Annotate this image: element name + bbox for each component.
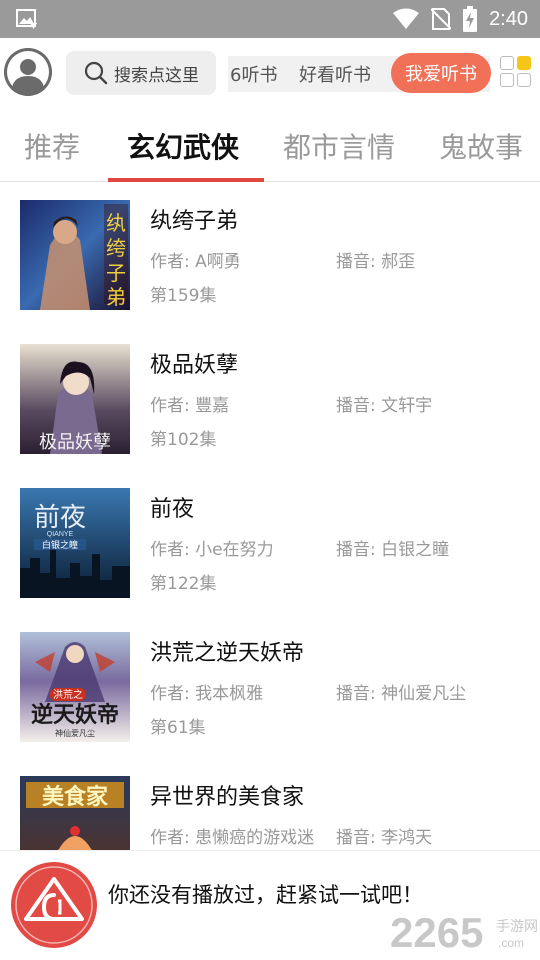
search-icon — [84, 61, 108, 85]
book-title: 纨绔子弟 — [150, 209, 239, 234]
user-avatar-icon[interactable] — [4, 48, 52, 96]
book-cover: 极品妖孽 — [20, 344, 130, 454]
svg-text:美食家: 美食家 — [42, 784, 109, 810]
tab-xuanhuan[interactable]: 玄幻武侠 — [127, 126, 239, 166]
svg-text:2265: 2265 — [390, 909, 483, 955]
book-narrator: 播音: 白银之瞳 — [336, 540, 450, 560]
book-narrator: 播音: 李鸿天 — [336, 828, 433, 848]
category-tabs: 推荐 玄幻武侠 都市言情 鬼故事 — [0, 110, 540, 182]
book-episode: 第122集 — [150, 574, 217, 594]
book-narrator: 播音: 神仙爱凡尘 — [336, 684, 467, 704]
book-author: 作者: 小e在努力 — [150, 540, 274, 560]
list-item[interactable]: 美食家 异世界的美食家 作者: 患懒癌的游戏迷 播音: 李鸿天 — [0, 759, 540, 850]
book-narrator: 播音: 文轩宇 — [336, 396, 433, 416]
book-author: 作者: A啊勇 — [150, 252, 241, 272]
list-item[interactable]: 极品妖孽 极品妖孽 作者: 豐嘉 播音: 文轩宇 第102集 — [0, 327, 540, 471]
book-episode: 第159集 — [150, 286, 217, 306]
list-item[interactable]: 前夜 QIANYE 白银之瞳 前夜 作者: 小e在努力 播音: 白银之瞳 第12… — [0, 471, 540, 615]
svg-text:极品妖孽: 极品妖孽 — [39, 432, 111, 453]
grid-cell — [500, 73, 514, 87]
svg-text:.com: .com — [498, 936, 524, 950]
svg-text:神仙爱凡尘: 神仙爱凡尘 — [55, 728, 95, 738]
person-silhouette-icon — [4, 48, 52, 96]
list-item[interactable]: 洪荒之 逆天妖帝 神仙爱凡尘 洪荒之逆天妖帝 作者: 我本枫雅 播音: 神仙爱凡… — [0, 615, 540, 759]
status-bar: 2:40 — [0, 0, 540, 38]
svg-text:子: 子 — [106, 261, 126, 285]
book-cover: 前夜 QIANYE 白银之瞳 — [20, 488, 130, 598]
svg-text:纨: 纨 — [106, 211, 126, 235]
battery-charging-icon — [463, 6, 478, 32]
svg-text:手游网: 手游网 — [496, 919, 538, 935]
book-author: 作者: 豐嘉 — [150, 396, 230, 416]
book-episode: 第61集 — [150, 718, 206, 738]
book-title: 异世界的美食家 — [150, 785, 305, 810]
grid-cell — [517, 56, 531, 70]
book-title: 极品妖孽 — [150, 353, 239, 378]
svg-text:白银之瞳: 白银之瞳 — [42, 539, 78, 551]
svg-text:前夜: 前夜 — [34, 503, 86, 533]
svg-text:QIANYE: QIANYE — [47, 531, 74, 538]
tab-dushi[interactable]: 都市言情 — [283, 126, 395, 166]
grid-cell — [500, 56, 514, 70]
search-bar[interactable]: 搜索点这里 — [66, 51, 216, 95]
player-logo-icon[interactable] — [10, 861, 98, 949]
quick-link-woai[interactable]: 我爱听书 — [391, 53, 491, 93]
svg-text:洪荒之: 洪荒之 — [53, 688, 83, 701]
book-title: 前夜 — [150, 497, 195, 522]
apps-grid-icon[interactable] — [500, 56, 532, 88]
no-sim-icon — [431, 8, 452, 30]
grid-cell — [517, 73, 531, 87]
book-cover: 美食家 — [20, 776, 130, 850]
player-empty-message: 你还没有播放过，赶紧试一试吧！ — [108, 883, 423, 907]
search-label: 搜索点这里 — [114, 65, 199, 86]
book-cover: 洪荒之 逆天妖帝 神仙爱凡尘 — [20, 632, 130, 742]
quick-link-6tingshu[interactable]: 6听书 — [230, 61, 277, 87]
book-cover: 纨 绔 子 弟 — [20, 200, 130, 310]
tab-indicator — [108, 178, 264, 182]
book-title: 洪荒之逆天妖帝 — [150, 641, 305, 666]
book-episode: 第102集 — [150, 430, 217, 450]
tab-recommend[interactable]: 推荐 — [24, 126, 80, 166]
top-bar: 搜索点这里 6听书 好看听书 我爱听书 — [0, 38, 540, 110]
image-notification-icon — [16, 9, 37, 29]
book-narrator: 播音: 郝歪 — [336, 252, 416, 272]
list-item[interactable]: 纨 绔 子 弟 纨绔子弟 作者: A啊勇 播音: 郝歪 第159集 — [0, 183, 540, 327]
player-bar[interactable]: 你还没有播放过，赶紧试一试吧！ 2265 手游网 .com — [0, 850, 540, 960]
book-author: 作者: 我本枫雅 — [150, 684, 264, 704]
svg-text:绔: 绔 — [106, 236, 126, 260]
book-list: 纨 绔 子 弟 纨绔子弟 作者: A啊勇 播音: 郝歪 第159集 极品妖孽 极… — [0, 183, 540, 850]
wifi-icon — [393, 8, 420, 29]
quick-links: 6听书 好看听书 我爱听书 — [228, 53, 491, 93]
site-watermark: 2265 手游网 .com — [390, 909, 538, 955]
tab-ghost-stories[interactable]: 鬼故事 — [439, 126, 523, 166]
status-time: 2:40 — [489, 7, 528, 30]
quick-link-haokan[interactable]: 好看听书 — [299, 61, 371, 87]
svg-text:逆天妖帝: 逆天妖帝 — [31, 702, 119, 728]
book-author: 作者: 患懒癌的游戏迷 — [150, 828, 315, 848]
svg-text:弟: 弟 — [106, 285, 126, 309]
